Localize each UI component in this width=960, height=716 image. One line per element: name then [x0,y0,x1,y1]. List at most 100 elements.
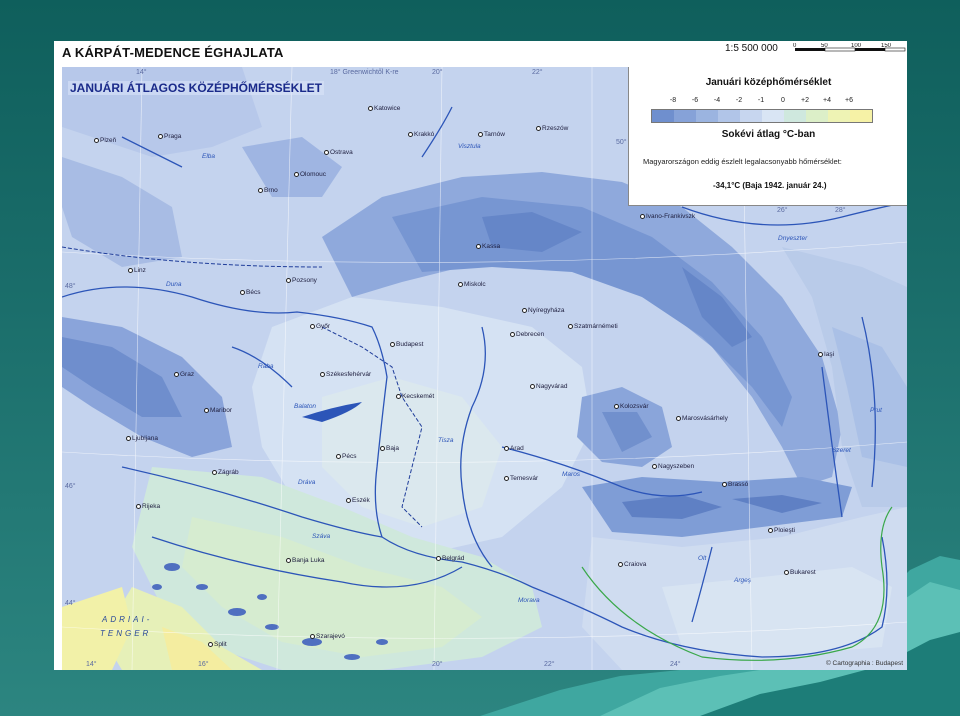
place-label: Kassa [476,243,500,250]
place-label: Graz [174,371,194,378]
legend-swatch [740,110,762,122]
map-subtitle: JANUÁRI ÁTLAGOS KÖZÉPHŐMÉRSÉKLET [68,81,325,95]
river-label: Balaton [294,403,317,410]
legend-title: Januári középhőmérséklet [705,77,832,88]
place-marker [504,445,509,451]
place-marker [476,243,481,249]
grid-label: 16° [198,661,209,668]
place-label: Linz [128,267,146,274]
place-marker [336,453,341,459]
legend-note: Magyarországon eddig észlelt legalacsony… [643,157,842,166]
place-name: Arad [510,445,524,452]
place-marker [380,445,385,451]
river-label: Szeret [832,447,851,454]
place-name: Ivano-Frankivszk [646,213,696,220]
place-label: Nagyszeben [652,463,694,470]
place-name: Split [214,641,227,648]
place-name: Maribor [210,407,233,414]
place-marker [310,633,315,639]
place-label: Arad [504,445,524,452]
place-name: Olomouc [300,171,327,178]
place-marker [784,569,789,575]
place-marker [676,415,681,421]
legend-record: -34,1°C (Baja 1942. január 24.) [713,181,827,190]
place-marker [240,289,245,295]
place-label: Szarajevó [310,633,345,640]
legend-tick: 0 [781,97,785,104]
place-label: Craiova [618,561,646,568]
place-name: Nyíregyháza [528,307,565,314]
river-label: Argeş [734,577,751,584]
river-label: Rába [258,363,274,370]
place-label: Zágráb [212,469,239,476]
river-label: Visztula [458,143,481,150]
place-marker [436,555,441,561]
river-label: Prut [870,407,882,414]
grid-label: 22° [532,69,543,76]
place-label: Kolozsvár [614,403,649,410]
legend-tick: +6 [845,97,853,104]
place-marker [208,641,213,647]
river-label: Dnyeszter [778,235,808,242]
place-label: Ploieşti [768,527,795,534]
place-name: Bukarest [790,569,816,576]
place-marker [614,403,619,409]
grid-label: 14° [86,661,97,668]
legend-swatch [696,110,718,122]
grid-label: 26° [777,207,788,214]
place-name: Győr [316,323,331,330]
place-label: Bukarest [784,569,816,576]
place-name: Craiova [624,561,647,568]
place-label: Budapest [390,341,423,348]
place-label: Nyíregyháza [522,307,565,314]
scale-label: 50 [821,43,828,49]
legend-tick: +4 [823,97,831,104]
place-label: Ivano-Frankivszk [640,213,695,220]
place-name: Székesfehérvár [326,371,372,378]
place-label: Eszék [346,497,370,504]
river-label: Duna [166,281,182,288]
place-label: Rijeka [136,503,160,510]
place-marker [396,393,401,399]
place-marker [286,557,291,563]
scale-label: 100 [851,43,862,49]
legend-swatch [674,110,696,122]
place-name: Zágráb [218,469,239,476]
map-body: JANUÁRI ÁTLAGOS KÖZÉPHŐMÉRSÉKLET 14° 18°… [62,67,907,670]
legend-tick: -2 [735,97,743,104]
legend-swatch [806,110,828,122]
place-name: Belgrád [442,555,465,562]
place-name: Rzeszów [542,125,569,132]
place-name: Eszék [352,497,370,504]
place-label: Rzeszów [536,125,568,132]
legend-swatch [828,110,850,122]
place-marker [652,463,657,469]
scale-label: 150 [881,43,892,49]
place-marker [286,277,291,283]
place-name: Iaşi [824,351,835,358]
legend-swatch [762,110,784,122]
place-label: Nagyvárad [530,383,567,390]
place-name: Ljubljana [132,435,159,442]
place-marker [522,307,527,313]
place-label: Szatmárnémeti [568,323,618,330]
place-marker [128,267,133,273]
place-marker [530,383,535,389]
place-label: Belgrád [436,555,464,562]
legend-ticks: -8 -6 -4 -2 -1 0 +2 +4 +6 [651,97,881,107]
place-label: Pozsony [286,277,317,284]
place-label: Ljubljana [126,435,158,442]
place-name: Pozsony [292,277,317,284]
place-name: Praga [164,133,182,140]
place-name: Budapest [396,341,424,348]
place-marker [510,331,515,337]
place-name: Brassó [728,481,749,488]
place-name: Szatmárnémeti [574,323,618,330]
place-label: Brassó [722,481,748,488]
legend-color-scale [651,109,873,123]
place-name: Banja Luka [292,557,325,564]
map-sheet: A KÁRPÁT-MEDENCE ÉGHAJLATA 1:5 500 000 0… [54,41,907,670]
place-label: Temesvár [504,475,538,482]
grid-label: 18° Greenwichtől K-re [330,69,399,76]
place-name: Katowice [374,105,401,112]
